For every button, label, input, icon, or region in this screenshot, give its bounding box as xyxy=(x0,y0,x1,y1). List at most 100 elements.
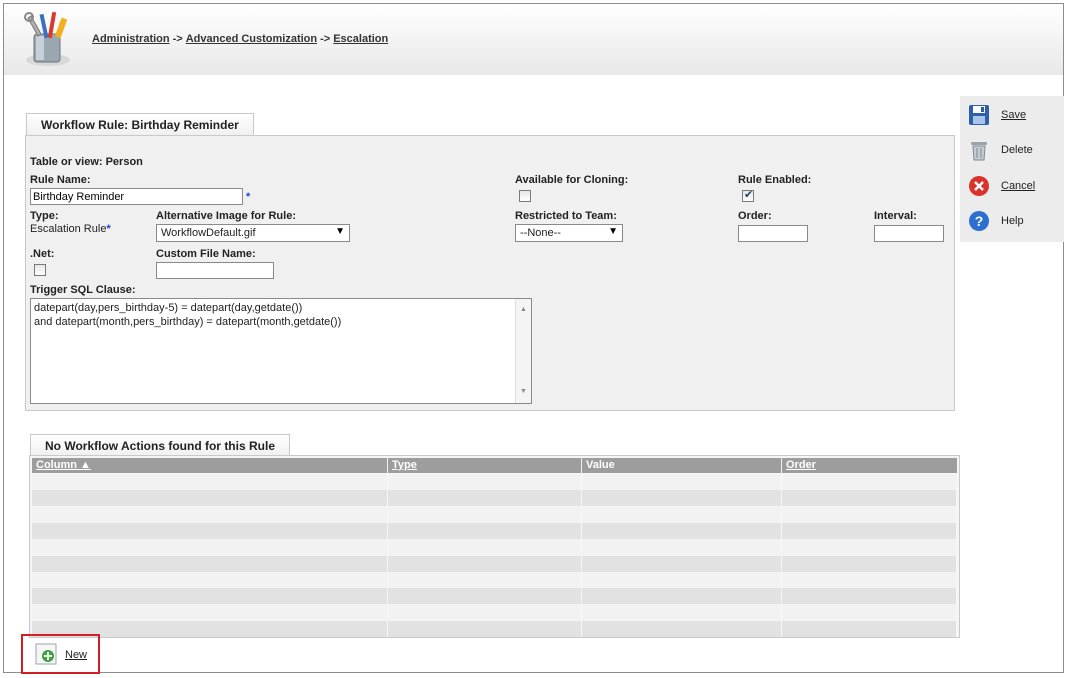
table-cell xyxy=(782,604,957,621)
breadcrumb: Administration -> Advanced Customization ->… xyxy=(92,33,388,45)
table-cell xyxy=(782,588,957,605)
table-cell xyxy=(32,506,388,523)
column-header-order[interactable]: Order xyxy=(782,458,957,473)
cancel-icon xyxy=(969,176,989,196)
alt-image-label: Alternative Image for Rule: xyxy=(156,210,296,222)
table-cell xyxy=(388,539,582,556)
interval-label: Interval: xyxy=(874,210,917,222)
table-cell xyxy=(582,490,782,507)
table-cell xyxy=(782,506,957,523)
table-cell xyxy=(388,490,582,507)
table-cell xyxy=(32,539,388,556)
table-row xyxy=(32,620,957,637)
breadcrumb-separator: -> xyxy=(172,33,183,45)
table-row xyxy=(32,604,957,621)
table-cell xyxy=(782,571,957,588)
table-cell xyxy=(388,571,582,588)
rule-enabled-checkbox[interactable] xyxy=(742,188,754,202)
dotnet-checkbox[interactable] xyxy=(34,264,46,276)
save-icon xyxy=(969,105,989,125)
delete-button[interactable]: Delete xyxy=(968,139,1058,163)
table-cell xyxy=(32,490,388,507)
breadcrumb-escalation[interactable]: Escalation xyxy=(333,33,388,45)
tab-workflow-actions: No Workflow Actions found for this Rule xyxy=(30,434,290,456)
restricted-team-selected: --None-- xyxy=(520,227,561,239)
interval-input[interactable] xyxy=(874,225,944,242)
svg-text:?: ? xyxy=(975,213,984,229)
column-header-value: Value xyxy=(582,458,782,473)
restricted-team-select[interactable]: --None-- ▼ xyxy=(515,224,623,242)
help-label: Help xyxy=(1001,215,1024,227)
table-cell xyxy=(782,555,957,572)
table-cell xyxy=(582,604,782,621)
tab-workflow-rule: Workflow Rule: Birthday Reminder xyxy=(26,113,254,135)
new-button[interactable]: New xyxy=(35,643,97,667)
table-cell xyxy=(388,604,582,621)
column-header-type[interactable]: Type xyxy=(388,458,582,473)
table-cell xyxy=(388,474,582,490)
breadcrumb-administration[interactable]: Administration xyxy=(92,33,170,45)
dotnet-label: .Net: xyxy=(30,248,55,260)
column-header-column[interactable]: Column ▲ xyxy=(32,458,388,473)
table-cell xyxy=(388,506,582,523)
available-cloning-label: Available for Cloning: xyxy=(515,174,629,186)
help-button[interactable]: ? Help xyxy=(968,210,1058,234)
rule-enabled-label: Rule Enabled: xyxy=(738,174,812,186)
table-row xyxy=(32,506,957,523)
cancel-label: Cancel xyxy=(1001,180,1036,192)
table-cell xyxy=(582,522,782,539)
save-label: Save xyxy=(1001,109,1027,121)
table-cell xyxy=(388,555,582,572)
table-cell xyxy=(582,588,782,605)
grid-header: Column ▲ Type Value Order xyxy=(32,458,957,473)
type-value: Escalation Rule* xyxy=(30,223,111,235)
table-cell xyxy=(782,539,957,556)
save-button[interactable]: Save xyxy=(968,104,1058,128)
chevron-down-icon: ▼ xyxy=(335,226,345,237)
table-cell xyxy=(782,474,957,490)
workflow-actions-panel: Column ▲ Type Value Order xyxy=(29,455,960,638)
table-cell xyxy=(582,539,782,556)
table-cell xyxy=(32,571,388,588)
table-cell xyxy=(32,522,388,539)
trigger-sql-label: Trigger SQL Clause: xyxy=(30,284,136,296)
table-cell xyxy=(582,506,782,523)
table-cell xyxy=(32,588,388,605)
restricted-team-label: Restricted to Team: xyxy=(515,210,617,222)
new-button-highlight: New xyxy=(21,634,100,674)
table-row xyxy=(32,474,957,490)
table-cell xyxy=(582,474,782,490)
scroll-down-icon: ▼ xyxy=(520,388,527,395)
order-input[interactable] xyxy=(738,225,808,242)
cancel-button[interactable]: Cancel xyxy=(968,175,1058,199)
table-row xyxy=(32,490,957,507)
table-row xyxy=(32,571,957,588)
table-row xyxy=(32,522,957,539)
available-cloning-checkbox[interactable] xyxy=(519,190,531,202)
rule-name-input[interactable] xyxy=(30,188,243,205)
action-sidebar: Save Delete Cancel ? Help xyxy=(960,96,1064,242)
table-cell xyxy=(582,620,782,637)
page-frame: Administration -> Advanced Customization ->… xyxy=(3,3,1064,674)
trigger-sql-textarea[interactable]: datepart(day,pers_birthday-5) = datepart… xyxy=(30,298,532,404)
table-row xyxy=(32,555,957,572)
custom-file-label: Custom File Name: xyxy=(156,248,256,260)
sql-line: and datepart(month,pers_birthday) = date… xyxy=(34,316,342,328)
rule-details-panel: Table or view: Person Rule Name: * Avail… xyxy=(25,135,955,411)
chevron-down-icon: ▼ xyxy=(608,226,618,237)
order-label: Order: xyxy=(738,210,772,222)
help-icon: ? xyxy=(969,211,989,231)
delete-label: Delete xyxy=(1001,144,1033,156)
textarea-scrollbar[interactable]: ▲ ▼ xyxy=(515,299,531,403)
rule-name-label: Rule Name: xyxy=(30,174,91,186)
table-cell xyxy=(388,620,582,637)
table-cell xyxy=(782,522,957,539)
breadcrumb-advanced-customization[interactable]: Advanced Customization xyxy=(186,33,317,45)
alt-image-select[interactable]: WorkflowDefault.gif ▼ xyxy=(156,224,350,242)
new-label: New xyxy=(65,649,88,661)
table-cell xyxy=(782,620,957,637)
table-cell xyxy=(782,490,957,507)
table-cell xyxy=(32,555,388,572)
custom-file-input[interactable] xyxy=(156,262,274,279)
type-text: Escalation Rule xyxy=(30,223,107,235)
